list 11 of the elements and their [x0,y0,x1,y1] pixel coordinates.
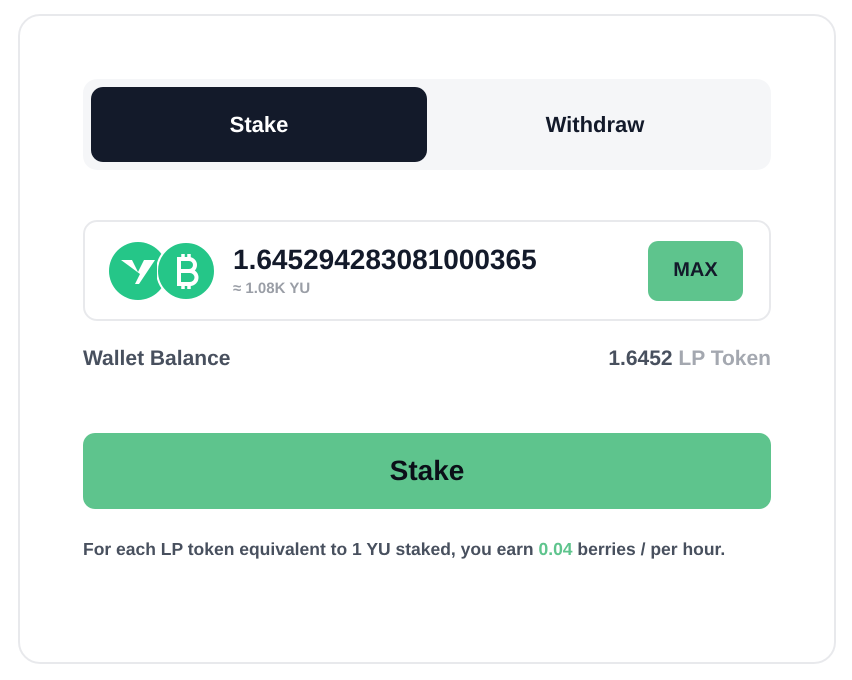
wallet-balance-value: 1.6452 [608,347,673,370]
tab[interactable]: Stake [91,87,427,162]
token-unit: LP Token [678,347,771,370]
tab[interactable]: Withdraw [427,87,763,162]
amount-value[interactable]: 1.645294283081000365 [233,244,648,276]
wallet-balance-label: Wallet Balance [83,347,230,371]
reward-note: For each LP token equivalent to 1 YU staked, you earn 0.04 berries / per hour. [83,538,726,561]
bitcoin-icon [157,242,215,300]
max-button[interactable]: MAX [648,240,743,300]
stake-button[interactable]: Stake [83,433,771,509]
amount-estimate: ≈ 1.08K YU [233,280,312,297]
